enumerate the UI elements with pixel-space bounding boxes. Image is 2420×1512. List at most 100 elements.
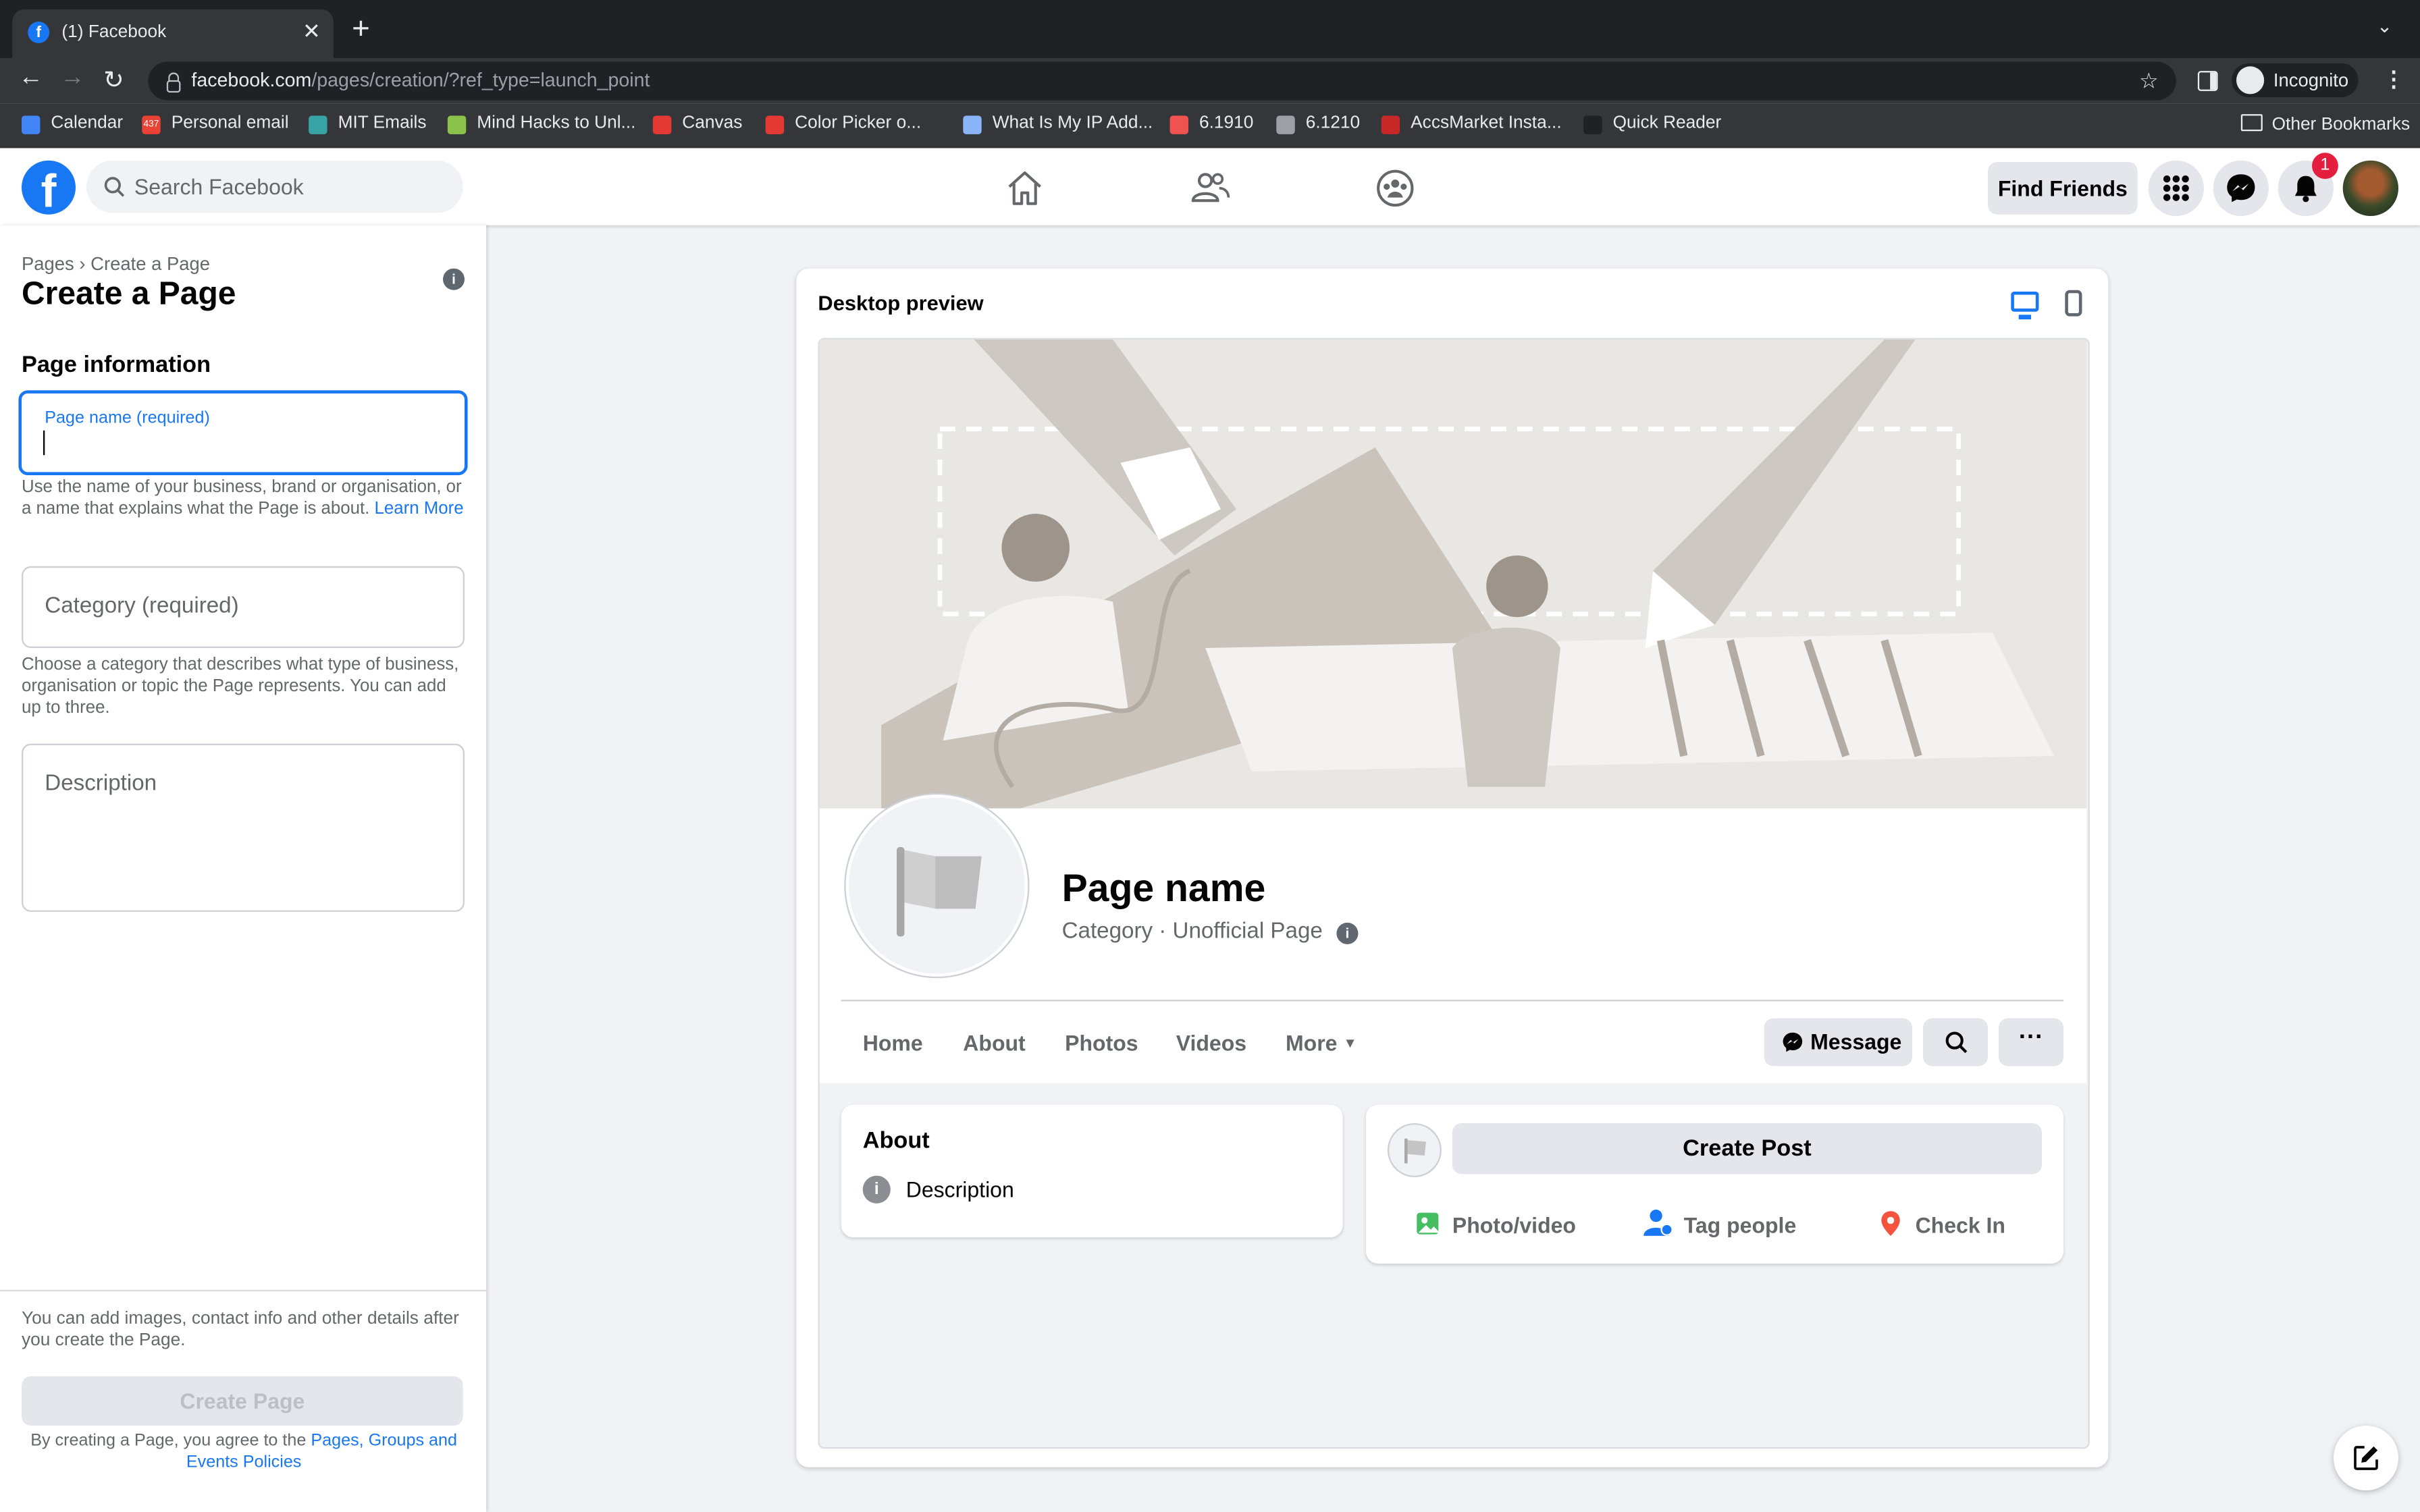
learn-more-link[interactable]: Learn More xyxy=(375,500,464,518)
side-panel-icon[interactable] xyxy=(2197,71,2218,91)
bookmark-star-icon[interactable]: ☆ xyxy=(2139,68,2159,94)
bookmark-7[interactable]: 6.1910 xyxy=(1199,114,1253,132)
accsmarket-icon xyxy=(1381,115,1400,134)
canvas-icon xyxy=(652,115,672,134)
avatar[interactable] xyxy=(2342,160,2398,216)
page-name-field[interactable]: Page name (required) xyxy=(18,390,468,475)
create-page-button[interactable]: Create Page xyxy=(21,1376,463,1426)
tab-photos[interactable]: Photos xyxy=(1065,1031,1138,1056)
page-title: Create a Page xyxy=(21,276,236,312)
breadcrumb: Pages › Create a Page xyxy=(21,252,211,275)
category-field[interactable]: Category (required) xyxy=(21,566,465,648)
preview-title: Desktop preview xyxy=(818,291,984,315)
back-arrow-icon[interactable]: ← xyxy=(18,65,43,92)
flag-icon xyxy=(896,846,982,937)
message-button-label: Message xyxy=(1810,1029,1902,1054)
footer-note: You can add images, contact info and oth… xyxy=(21,1310,459,1350)
browser-menu-icon[interactable]: ⋮ xyxy=(2383,66,2404,92)
reload-icon[interactable]: ↻ xyxy=(103,65,124,96)
description-field[interactable]: Description xyxy=(21,743,465,912)
bookmark-9[interactable]: AccsMarket Insta... xyxy=(1411,114,1562,132)
other-bookmarks[interactable]: Other Bookmarks xyxy=(2240,114,2410,134)
tag-people-label: Tag people xyxy=(1683,1212,1797,1238)
globe-icon xyxy=(1276,115,1295,134)
bookmark-0[interactable]: Calendar xyxy=(51,114,123,132)
notification-count-badge: 1 xyxy=(2311,153,2338,180)
check-in-label: Check In xyxy=(1915,1212,2005,1238)
tag-people-icon xyxy=(1643,1209,1673,1236)
new-tab-icon[interactable]: + xyxy=(352,14,370,45)
terms-text: By creating a Page, you agree to the Pag… xyxy=(22,1430,466,1474)
bookmark-2[interactable]: MIT Emails xyxy=(338,114,427,132)
check-in-icon xyxy=(1881,1211,1900,1236)
new-message-button[interactable] xyxy=(2333,1425,2398,1490)
terms-prefix: By creating a Page, you agree to the xyxy=(30,1432,307,1451)
search-icon xyxy=(1945,1031,1968,1054)
page-name-hint: Use the name of your business, brand or … xyxy=(22,477,466,520)
mobile-preview-icon[interactable] xyxy=(2065,290,2082,317)
divider xyxy=(841,1000,2063,1002)
mail-icon: 437 xyxy=(142,115,161,134)
menu-grid-icon xyxy=(2163,175,2189,201)
calendar-icon xyxy=(21,115,41,134)
ip-icon xyxy=(963,115,982,134)
outlook-icon xyxy=(309,115,327,134)
color-picker-icon xyxy=(765,115,785,134)
bookmark-3[interactable]: Mind Hacks to Unl... xyxy=(477,114,635,132)
find-friends-button[interactable]: Find Friends xyxy=(1987,161,2138,215)
tab-more-label: More xyxy=(1285,1030,1338,1056)
groups-icon[interactable] xyxy=(1373,167,1417,210)
play-icon xyxy=(447,115,467,134)
messenger-icon xyxy=(2227,174,2255,202)
about-description: Description xyxy=(905,1177,1014,1202)
menu-button[interactable] xyxy=(2148,160,2204,216)
home-icon[interactable] xyxy=(1003,167,1047,210)
page-search-button[interactable] xyxy=(1922,1018,1988,1066)
browser-tab[interactable]: f (1) Facebook ✕ xyxy=(12,9,334,59)
incognito-label: Incognito xyxy=(2273,69,2349,91)
facebook-favicon-icon: f xyxy=(28,21,50,43)
close-tab-icon[interactable]: ✕ xyxy=(302,18,321,45)
text-caret xyxy=(43,430,45,456)
profile-picture xyxy=(845,794,1028,977)
reader-icon xyxy=(1583,115,1602,134)
lock-icon[interactable] xyxy=(166,72,181,93)
bookmark-10[interactable]: Quick Reader xyxy=(1613,114,1722,132)
page-name-label: Page name (required) xyxy=(45,408,210,428)
bookmark-1[interactable]: Personal email xyxy=(172,114,289,132)
folder-icon xyxy=(2240,114,2263,132)
tab-about[interactable]: About xyxy=(963,1031,1025,1056)
friends-icon[interactable] xyxy=(1188,167,1232,210)
bookmark-8[interactable]: 6.1210 xyxy=(1306,114,1360,132)
description-placeholder: Description xyxy=(45,771,157,796)
more-options-button[interactable]: ··· xyxy=(1998,1018,2063,1066)
url-host: facebook.com xyxy=(191,69,312,91)
tab-search-chevron-icon[interactable]: ⌄ xyxy=(2377,16,2392,37)
bookmark-6[interactable]: What Is My IP Add... xyxy=(993,114,1153,132)
search-icon xyxy=(103,176,125,202)
facebook-logo-icon[interactable]: f xyxy=(21,160,76,215)
desktop-preview-icon[interactable] xyxy=(2011,291,2039,320)
tab-home[interactable]: Home xyxy=(863,1031,923,1056)
bookmark-4[interactable]: Canvas xyxy=(682,114,742,132)
url-text[interactable]: facebook.com/pages/creation/?ref_type=la… xyxy=(191,70,650,91)
about-card: About i Description xyxy=(841,1104,1343,1238)
messenger-button[interactable] xyxy=(2213,160,2269,216)
tab-videos[interactable]: Videos xyxy=(1176,1031,1246,1056)
caret-down-icon: ▼ xyxy=(1343,1035,1357,1051)
search-placeholder: Search Facebook xyxy=(134,174,304,199)
info-icon[interactable]: i xyxy=(442,268,465,290)
create-post-button[interactable]: Create Post xyxy=(1452,1123,2042,1174)
category-info-icon[interactable]: i xyxy=(1336,922,1359,944)
forward-arrow-icon[interactable]: → xyxy=(60,65,85,92)
bookmark-5[interactable]: Color Picker o... xyxy=(795,114,921,132)
ellipsis-icon: ··· xyxy=(2018,1024,2044,1051)
photo-video-label: Photo/video xyxy=(1452,1212,1576,1238)
message-button[interactable]: Message xyxy=(1764,1018,1912,1066)
section-title: Page information xyxy=(21,352,211,378)
post-avatar xyxy=(1387,1123,1442,1177)
incognito-icon xyxy=(2236,66,2265,94)
category-placeholder: Category (required) xyxy=(45,593,239,619)
course-icon xyxy=(1169,115,1188,134)
tab-more[interactable]: More ▼ xyxy=(1286,1031,1357,1056)
